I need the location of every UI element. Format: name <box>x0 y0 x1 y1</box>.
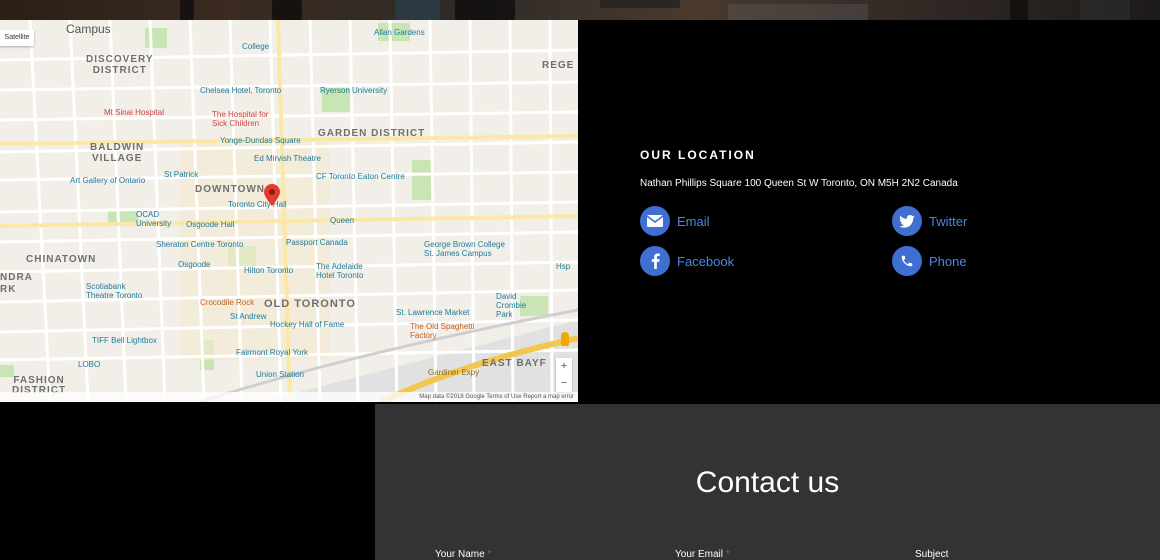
location-map[interactable]: Satellite Campus DISCOVERY DISTRICT GARD… <box>0 20 578 402</box>
map-poi-ed-mirvish[interactable]: Ed Mirvish Theatre <box>254 154 321 163</box>
facebook-icon <box>640 246 670 276</box>
map-poi-george-brown[interactable]: George Brown College St. James Campus <box>424 240 514 258</box>
facebook-link[interactable]: Facebook <box>640 246 734 276</box>
map-poi-chelsea-hotel[interactable]: Chelsea Hotel, Toronto <box>200 86 281 95</box>
location-panel: OUR LOCATION Nathan Phillips Square 100 … <box>640 148 967 276</box>
twitter-link-label[interactable]: Twitter <box>929 214 967 229</box>
street-view-pegman-icon[interactable] <box>561 332 569 346</box>
your-email-label-text: Your Email <box>675 549 723 560</box>
map-label-ndra: NDRA <box>0 272 33 283</box>
zoom-out-button[interactable]: − <box>556 375 572 392</box>
map-label-rk: RK <box>0 284 17 295</box>
map-road-gardiner: Gardiner Expy <box>428 368 480 377</box>
map-poi-st-lawrence[interactable]: St. Lawrence Market <box>396 308 469 317</box>
map-label-downtown: DOWNTOWN <box>195 184 266 195</box>
map-poi-sick-children[interactable]: The Hospital for Sick Children <box>212 110 276 128</box>
map-poi-old-spaghetti[interactable]: The Old Spaghetti Factory <box>410 322 480 340</box>
map-poi-david-crombie[interactable]: David Crombie Park <box>496 292 536 319</box>
contact-section: Contact us Your Name * Your Email * Subj… <box>375 404 1160 560</box>
map-label-east-bayfront: EAST BAYF <box>482 358 547 369</box>
map-poi-ryerson[interactable]: Ryerson University <box>320 86 387 95</box>
map-poi-ocad[interactable]: OCAD University <box>136 210 172 228</box>
map-poi-tiff[interactable]: TIFF Bell Lightbox <box>92 336 157 345</box>
map-poi-sheraton[interactable]: Sheraton Centre Toronto <box>156 240 243 249</box>
map-label-old-toronto: OLD TORONTO <box>264 298 356 310</box>
required-marker: * <box>725 549 730 560</box>
twitter-link[interactable]: Twitter <box>892 206 967 236</box>
map-poi-hospital[interactable]: Hsp <box>556 262 570 271</box>
map-label-baldwin-village: BALDWIN VILLAGE <box>90 142 145 164</box>
required-marker: * <box>487 549 492 560</box>
email-link-label[interactable]: Email <box>677 214 710 229</box>
map-poi-lobo[interactable]: LOBO <box>78 360 100 369</box>
map-poi-passport-canada[interactable]: Passport Canada <box>286 238 348 247</box>
map-label-regent: REGE <box>542 60 575 71</box>
phone-icon <box>892 246 922 276</box>
map-streets <box>0 20 578 402</box>
contact-title: Contact us <box>695 466 840 499</box>
map-poi-queen[interactable]: Queen <box>330 216 354 225</box>
map-poi-fairmont[interactable]: Fairmont Royal York <box>236 348 308 357</box>
map-poi-union-station[interactable]: Union Station <box>256 370 304 379</box>
map-footer: Map data ©2018 Google Terms of Use Repor… <box>0 392 578 402</box>
map-poi-osgoode[interactable]: Osgoode <box>178 260 210 269</box>
location-pin-icon[interactable] <box>264 184 280 206</box>
your-email-label: Your Email * <box>675 549 730 560</box>
map-poi-scotiabank[interactable]: Scotiabank Theatre Toronto <box>86 282 146 300</box>
your-name-label: Your Name * <box>435 549 491 560</box>
map-poi-hockey-hall[interactable]: Hockey Hall of Fame <box>270 320 344 329</box>
map-poi-crocodile-rock[interactable]: Crocodile Rock <box>200 298 254 307</box>
map-poi-st-patrick[interactable]: St Patrick <box>164 170 198 179</box>
phone-link[interactable]: Phone <box>892 246 967 276</box>
map-poi-st-andrew[interactable]: St Andrew <box>230 312 266 321</box>
map-label-garden-district: GARDEN DISTRICT <box>318 128 426 139</box>
map-satellite-button[interactable]: Satellite <box>0 30 34 46</box>
envelope-icon <box>640 206 670 236</box>
map-label-chinatown: CHINATOWN <box>26 254 97 265</box>
facebook-link-label[interactable]: Facebook <box>677 254 734 269</box>
map-poi-osgoode-hall[interactable]: Osgoode Hall <box>186 220 234 229</box>
map-poi-art-gallery[interactable]: Art Gallery of Ontario <box>70 176 145 185</box>
twitter-icon <box>892 206 922 236</box>
header-photo-strip <box>0 0 1160 20</box>
map-label-discovery-district: DISCOVERY DISTRICT <box>86 54 154 76</box>
map-poi-allan-gardens[interactable]: Allan Gardens <box>374 28 425 37</box>
page: Satellite Campus DISCOVERY DISTRICT GARD… <box>0 0 1160 560</box>
map-label-campus: Campus <box>66 22 111 36</box>
map-zoom-control[interactable]: + − <box>556 358 572 392</box>
map-poi-adelaide[interactable]: The Adelaide Hotel Toronto <box>316 262 376 280</box>
your-name-label-text: Your Name <box>435 549 485 560</box>
map-poi-yonge-dundas[interactable]: Yonge-Dundas Square <box>220 136 301 145</box>
map-poi-college[interactable]: College <box>242 42 269 51</box>
location-address: Nathan Phillips Square 100 Queen St W To… <box>640 178 958 189</box>
map-poi-cf-eaton[interactable]: CF Toronto Eaton Centre <box>316 172 405 181</box>
location-title: OUR LOCATION <box>640 148 756 162</box>
map-poi-mt-sinai[interactable]: Mt Sinai Hospital <box>104 108 164 117</box>
zoom-in-button[interactable]: + <box>556 358 572 375</box>
email-link[interactable]: Email <box>640 206 710 236</box>
subject-label: Subject <box>915 549 949 560</box>
phone-link-label[interactable]: Phone <box>929 254 967 269</box>
map-poi-hilton[interactable]: Hilton Toronto <box>244 266 293 275</box>
